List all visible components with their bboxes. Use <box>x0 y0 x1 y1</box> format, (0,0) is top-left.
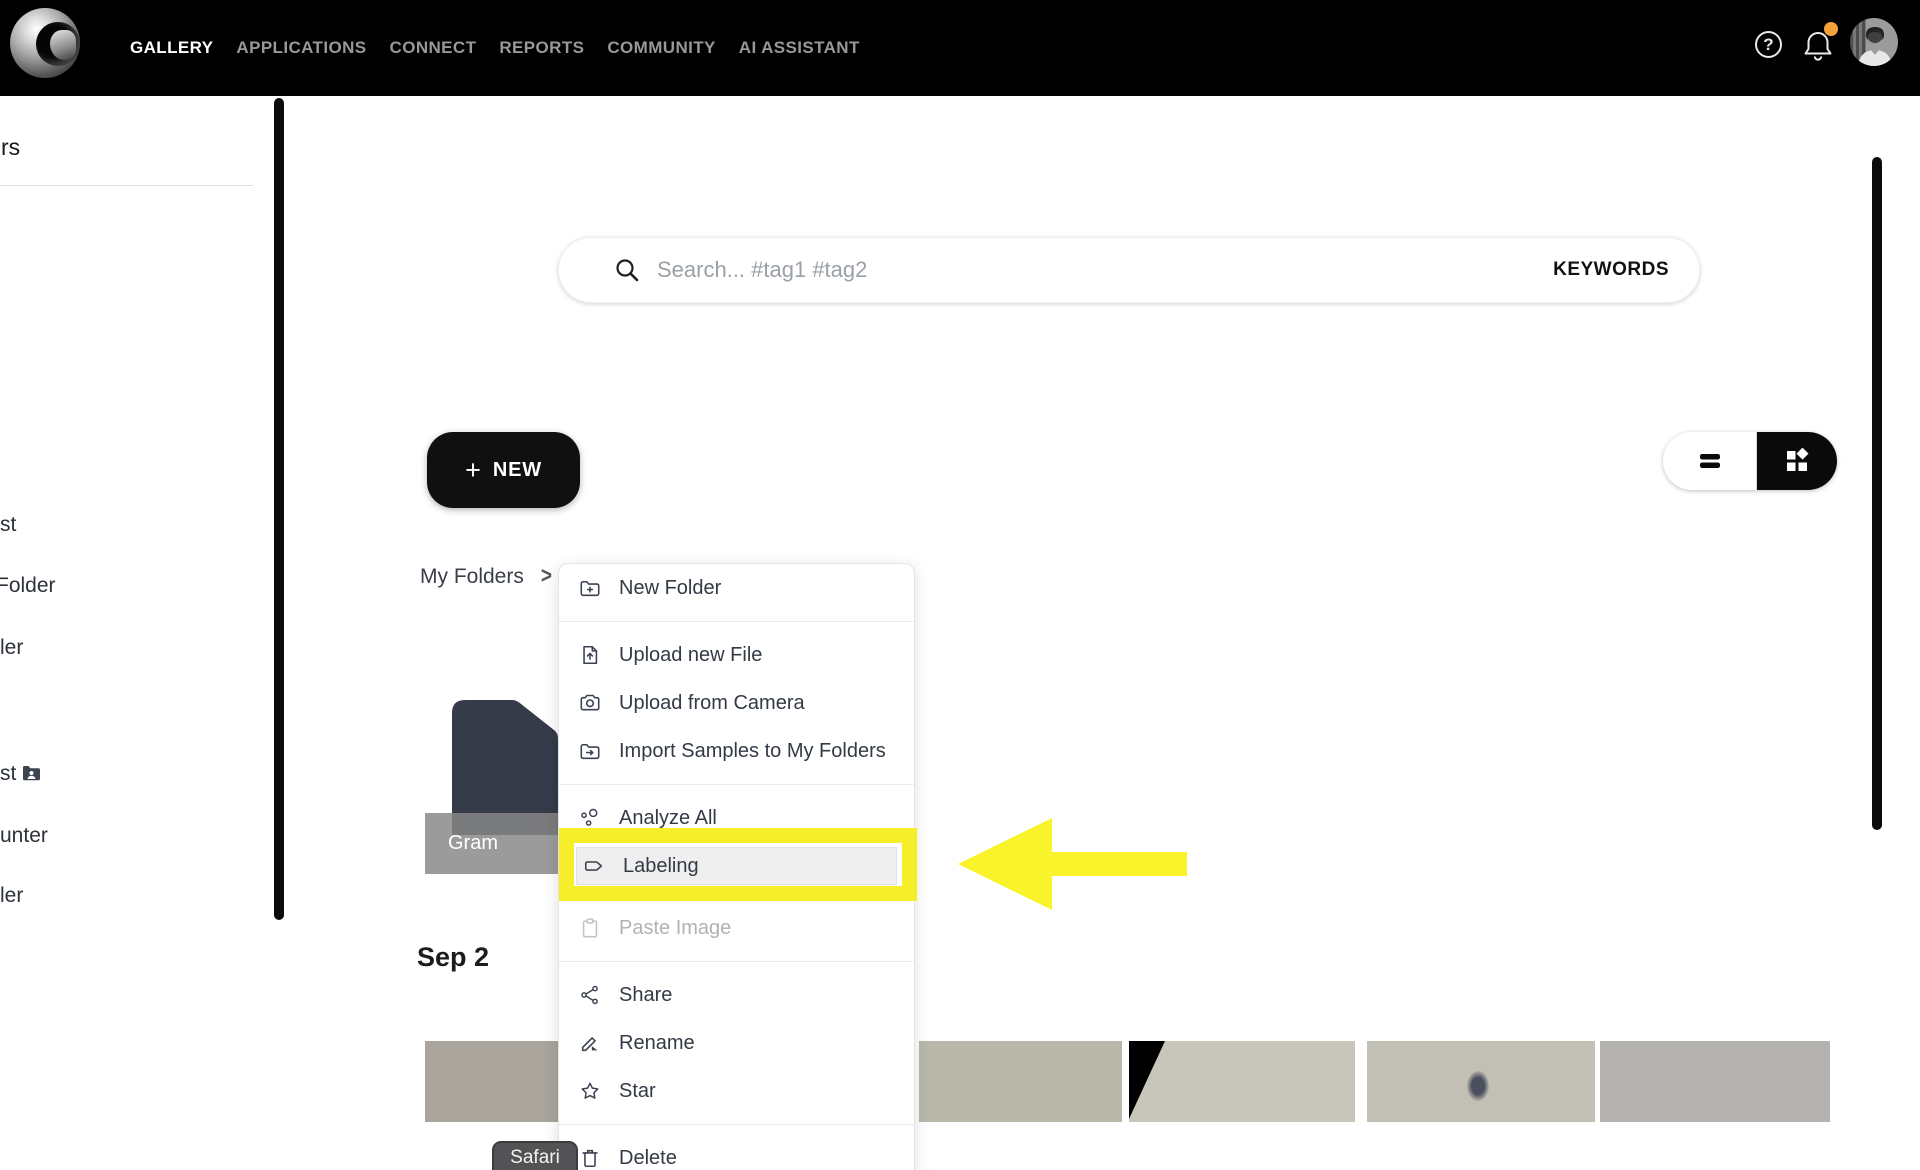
image-thumbnail[interactable] <box>1367 1041 1595 1122</box>
image-thumbnail[interactable] <box>1600 1041 1830 1122</box>
sidebar-item-folder[interactable]: st <box>0 762 16 786</box>
nav-community[interactable]: COMMUNITY <box>607 38 715 58</box>
new-button[interactable]: + NEW <box>427 432 580 508</box>
nav-gallery[interactable]: GALLERY <box>130 38 213 58</box>
main-nav: GALLERY APPLICATIONS CONNECT REPORTS COM… <box>130 0 860 96</box>
menu-item-label: Upload new File <box>619 644 762 667</box>
new-button-label: NEW <box>493 459 542 482</box>
analyze-icon <box>579 807 601 829</box>
shared-folder-icon <box>22 765 40 781</box>
chevron-right-icon: > <box>541 564 552 590</box>
date-heading: Sep 2 <box>417 942 489 973</box>
clipboard-icon <box>579 917 601 939</box>
nav-applications[interactable]: APPLICATIONS <box>236 38 366 58</box>
menu-item-label: New Folder <box>619 577 721 600</box>
keywords-toggle[interactable]: KEYWORDS <box>1553 259 1669 281</box>
sidebar-item-folder[interactable]: ler <box>0 636 23 660</box>
top-navigation-bar: GALLERY APPLICATIONS CONNECT REPORTS COM… <box>0 0 1920 96</box>
menu-item-label: Rename <box>619 1032 695 1055</box>
image-thumbnail[interactable] <box>425 1041 558 1122</box>
sidebar-item-folder[interactable]: unter <box>0 824 48 848</box>
menu-item-import-samples[interactable]: Import Samples to My Folders <box>559 727 914 775</box>
view-toggle <box>1663 432 1837 490</box>
folder-name-bar[interactable]: Gram <box>425 813 558 874</box>
menu-divider <box>559 784 914 785</box>
import-samples-icon <box>579 740 601 762</box>
sidebar-divider <box>0 185 253 186</box>
list-view-button[interactable] <box>1663 432 1757 490</box>
menu-item-label: Star <box>619 1080 656 1103</box>
menu-item-label: Upload from Camera <box>619 692 805 715</box>
notification-badge <box>1824 22 1838 36</box>
folder-name: Gram <box>448 832 498 855</box>
app-screen: GALLERY APPLICATIONS CONNECT REPORTS COM… <box>0 0 1920 1170</box>
menu-item-label: Analyze All <box>619 807 717 830</box>
menu-item-labeling[interactable]: Labeling <box>576 847 897 885</box>
menu-divider <box>559 961 914 962</box>
plus-icon: + <box>465 457 481 484</box>
search-icon <box>614 257 640 283</box>
breadcrumb[interactable]: My Folders > <box>420 565 552 589</box>
help-icon[interactable]: ? <box>1755 31 1782 58</box>
share-icon <box>579 984 601 1006</box>
star-icon <box>579 1080 601 1102</box>
breadcrumb-label: My Folders <box>420 565 524 589</box>
menu-item-analyze-all[interactable]: Analyze All <box>559 794 914 842</box>
menu-item-upload-new-file[interactable]: Upload new File <box>559 631 914 679</box>
sidebar-item-folder[interactable]: ler <box>0 884 23 908</box>
sidebar-scrollbar[interactable] <box>274 98 284 920</box>
menu-item-label: Paste Image <box>619 917 731 940</box>
menu-divider <box>559 621 914 622</box>
search-bar: KEYWORDS <box>558 237 1700 303</box>
menu-divider <box>559 1124 914 1125</box>
label-tag-icon <box>583 855 605 877</box>
menu-item-label: Import Samples to My Folders <box>619 740 886 763</box>
dock-app-name: Safari <box>510 1147 560 1170</box>
menu-item-label: Share <box>619 984 672 1007</box>
nav-connect[interactable]: CONNECT <box>390 38 477 58</box>
menu-item-label: Delete <box>619 1147 677 1170</box>
nav-ai-assistant[interactable]: AI ASSISTANT <box>739 38 860 58</box>
trash-icon <box>579 1147 601 1169</box>
menu-item-star[interactable]: Star <box>559 1067 914 1115</box>
sidebar: rs st Folder ler st unter ler <box>0 96 272 1170</box>
grid-view-button[interactable] <box>1757 432 1837 490</box>
menu-divider <box>559 894 914 895</box>
context-menu: New Folder Upload new File Upload from C… <box>558 563 915 1170</box>
list-view-icon <box>1698 452 1722 470</box>
menu-item-delete[interactable]: Delete <box>559 1134 914 1170</box>
sidebar-title-fragment: rs <box>1 134 20 161</box>
menu-item-new-folder[interactable]: New Folder <box>559 564 914 612</box>
nav-reports[interactable]: REPORTS <box>499 38 584 58</box>
menu-item-share[interactable]: Share <box>559 971 914 1019</box>
grid-view-icon <box>1784 448 1810 474</box>
camera-icon <box>579 692 601 714</box>
new-folder-icon <box>579 577 601 599</box>
sidebar-item-folder[interactable]: st <box>0 513 16 537</box>
menu-item-upload-from-camera[interactable]: Upload from Camera <box>559 679 914 727</box>
content-scrollbar[interactable] <box>1872 157 1882 830</box>
menu-item-rename[interactable]: Rename <box>559 1019 914 1067</box>
image-thumbnail[interactable] <box>1129 1041 1355 1122</box>
dock-app-label[interactable]: Safari <box>492 1141 578 1170</box>
rename-icon <box>579 1032 601 1054</box>
search-input[interactable] <box>657 257 1553 283</box>
menu-item-paste-image: Paste Image <box>559 904 914 952</box>
sidebar-item-folder[interactable]: Folder <box>0 574 56 598</box>
user-avatar[interactable] <box>1850 18 1898 66</box>
brand-logo-icon[interactable] <box>10 8 80 78</box>
image-thumbnail[interactable] <box>919 1041 1122 1122</box>
menu-item-label: Labeling <box>623 855 699 878</box>
upload-file-icon <box>579 644 601 666</box>
arrow-annotation <box>956 816 1188 912</box>
